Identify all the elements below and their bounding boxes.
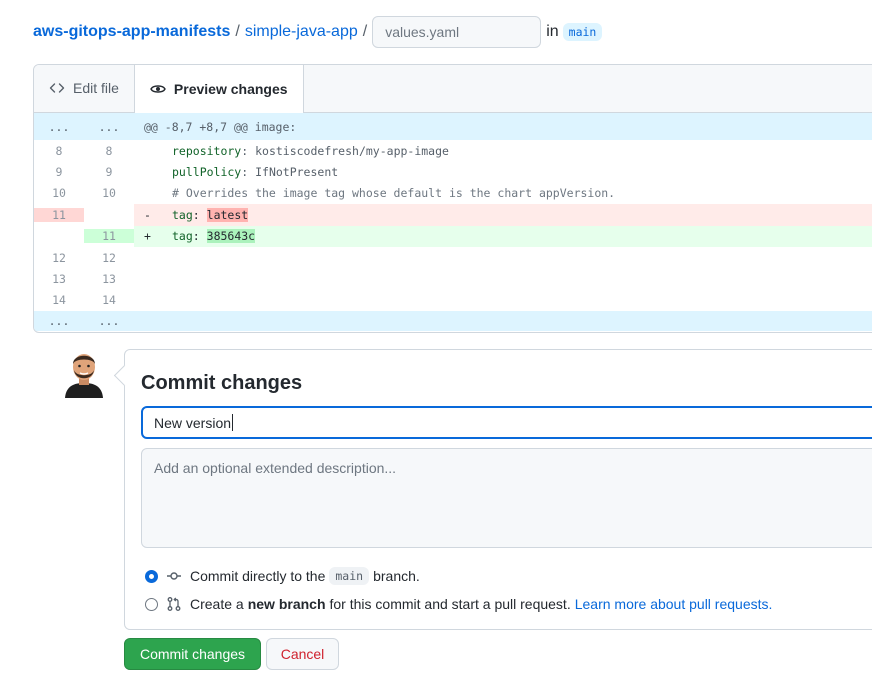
yaml-separator: : — [192, 229, 207, 244]
hunk-expand-left[interactable]: ... — [34, 119, 84, 134]
cancel-button[interactable]: Cancel — [266, 638, 339, 670]
new-branch-radio[interactable] — [145, 597, 158, 611]
old-line-number: 8 — [55, 143, 63, 158]
new-line-number: 12 — [102, 250, 116, 265]
addition-marker: + — [144, 229, 151, 244]
diff-line: 12 12 — [34, 247, 872, 268]
tab-edit-file-label: Edit file — [73, 80, 119, 96]
old-line-number: 14 — [52, 293, 66, 308]
deletion-marker: - — [144, 207, 151, 222]
commit-summary-input[interactable]: New version — [141, 406, 872, 439]
yaml-key: tag — [172, 207, 193, 222]
diff-line-deleted: 11 - tag: latest — [34, 204, 872, 226]
text-caret — [232, 414, 234, 431]
learn-more-pull-requests-link[interactable]: Learn more about pull requests. — [575, 596, 773, 612]
hunk-expand-right[interactable]: ... — [84, 119, 134, 134]
new-branch-option[interactable]: Create a new branch for this commit and … — [145, 596, 772, 612]
diff-view: ... ... @@ -8,7 +8,7 @@ image: 8 8 repos… — [34, 113, 872, 332]
line-code: pullPolicy: IfNotPresent — [134, 161, 872, 182]
tab-edit-file[interactable]: Edit file — [34, 65, 134, 112]
breadcrumb: aws-gitops-app-manifests / simple-java-a… — [33, 16, 603, 48]
yaml-key: repository — [172, 143, 242, 158]
yaml-key: pullPolicy — [172, 165, 242, 180]
new-branch-text-after: for this commit and start a pull request… — [329, 596, 571, 612]
old-line-number: 13 — [52, 272, 66, 287]
commit-form: Commit changes New version Add an option… — [124, 349, 872, 630]
new-line-number: 9 — [105, 165, 113, 180]
expand-fill — [134, 311, 872, 332]
diff-line: 13 13 — [34, 268, 872, 289]
line-code: repository: kostiscodefresh/my-app-image — [134, 140, 872, 161]
diff-line: 10 10 # Overrides the image tag whose de… — [34, 183, 872, 204]
line-code: - tag: latest — [134, 204, 872, 226]
commit-summary-value: New version — [154, 414, 232, 431]
editor-tabbar: Edit file Preview changes — [34, 65, 872, 113]
new-branch-bold: new branch — [247, 596, 326, 612]
diff-line: 8 8 repository: kostiscodefresh/my-app-i… — [34, 140, 872, 161]
yaml-key: tag — [172, 229, 193, 244]
new-line-number: 8 — [105, 143, 113, 158]
git-pull-request-icon — [166, 596, 182, 612]
commit-description-input[interactable]: Add an optional extended description... — [141, 448, 872, 548]
line-code: + tag: 385643c — [134, 225, 872, 247]
line-code: # Overrides the image tag whose default … — [134, 183, 872, 204]
commit-direct-text: Commit directly to the — [190, 568, 326, 584]
git-commit-icon — [166, 568, 182, 584]
filename-input[interactable]: values.yaml — [372, 16, 542, 48]
avatar — [62, 348, 106, 398]
new-line-number: 13 — [102, 272, 116, 287]
old-line-number: 10 — [52, 186, 66, 201]
commit-direct-branch: main — [329, 567, 370, 585]
diff-line-added: 11 + tag: 385643c — [34, 225, 872, 247]
commit-changes-button[interactable]: Commit changes — [124, 638, 261, 670]
yaml-separator: : — [192, 207, 207, 222]
diff-line: 9 9 pullPolicy: IfNotPresent — [34, 161, 872, 182]
yaml-value: : IfNotPresent — [241, 165, 339, 180]
in-label: in — [546, 23, 559, 40]
branch-badge: main — [562, 23, 603, 41]
breadcrumb-separator: / — [235, 23, 240, 40]
expand-left[interactable]: ... — [34, 314, 84, 328]
yaml-value: : kostiscodefresh/my-app-image — [241, 143, 449, 158]
new-line-number: 14 — [102, 293, 116, 308]
new-line-number: 11 — [84, 229, 134, 244]
breadcrumb-repo-link[interactable]: aws-gitops-app-manifests — [33, 23, 230, 41]
new-line-number: 10 — [102, 186, 116, 201]
commit-direct-radio[interactable] — [145, 569, 158, 583]
old-line-number: 9 — [55, 165, 63, 180]
tab-preview-changes[interactable]: Preview changes — [133, 65, 304, 113]
yaml-comment: # Overrides the image tag whose default … — [172, 186, 616, 201]
expand-row[interactable]: ... ... — [34, 311, 872, 332]
added-value: 385643c — [206, 229, 256, 244]
deleted-value: latest — [206, 207, 249, 222]
new-branch-text: Create a — [190, 596, 244, 612]
eye-icon — [150, 81, 166, 97]
old-line-number: 12 — [52, 250, 66, 265]
file-editor: Edit file Preview changes ... ... @@ -8,… — [33, 64, 872, 333]
expand-right[interactable]: ... — [84, 314, 134, 328]
commit-direct-text-after: branch. — [373, 568, 420, 584]
old-line-number: 11 — [34, 207, 84, 222]
breadcrumb-folder-link[interactable]: simple-java-app — [245, 23, 358, 41]
commit-direct-option[interactable]: Commit directly to the main branch. — [145, 567, 420, 585]
hunk-header: @@ -8,7 +8,7 @@ image: — [134, 113, 872, 140]
tab-preview-changes-label: Preview changes — [173, 80, 288, 97]
code-icon — [49, 80, 65, 96]
commit-title: Commit changes — [141, 372, 303, 394]
breadcrumb-separator: / — [362, 23, 368, 40]
diff-line: 14 14 — [34, 290, 872, 311]
hunk-header-row[interactable]: ... ... @@ -8,7 +8,7 @@ image: — [34, 113, 872, 140]
